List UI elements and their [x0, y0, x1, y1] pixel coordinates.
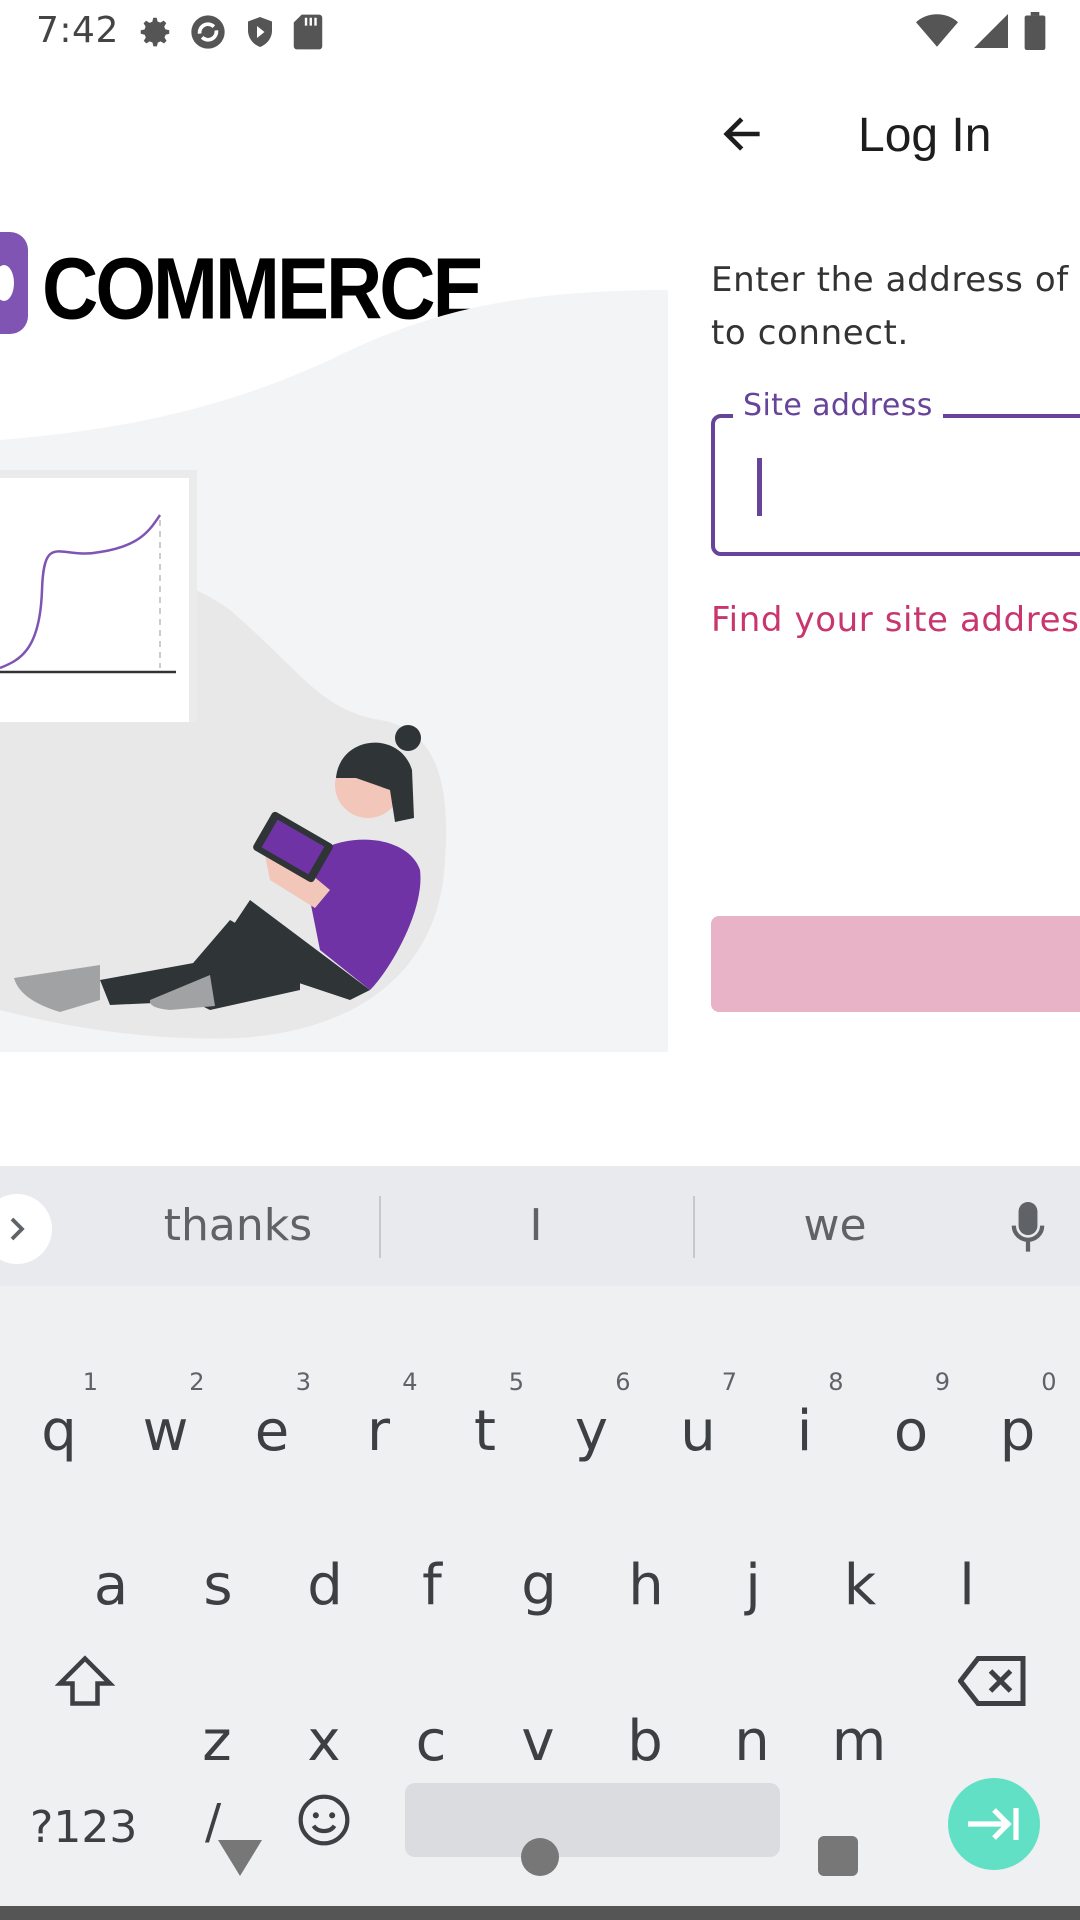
nav-home-button[interactable] [521, 1838, 559, 1876]
suggestion-divider [379, 1196, 381, 1258]
site-address-field[interactable]: Site address [711, 388, 1080, 556]
find-site-address-link[interactable]: Find your site address [711, 600, 1080, 640]
key-c[interactable]: c [378, 1666, 484, 1816]
key-label: w [142, 1398, 189, 1464]
suggestion-1[interactable]: thanks [88, 1200, 388, 1251]
back-button[interactable] [710, 102, 774, 166]
navigation-bar [0, 1906, 1080, 1920]
arrow-back-icon [723, 117, 760, 151]
key-label: r [366, 1398, 391, 1464]
login-illustration [0, 290, 668, 1052]
nav-recents-button[interactable] [818, 1836, 858, 1876]
key-j[interactable]: j [700, 1510, 806, 1660]
key-y[interactable]: y6 [539, 1356, 645, 1506]
key-label: u [680, 1398, 716, 1464]
suggestions-expand-button[interactable] [0, 1194, 52, 1264]
tab-next-icon [968, 1808, 1019, 1840]
key-label: e [254, 1398, 290, 1464]
key-a[interactable]: a [58, 1510, 164, 1660]
suggestion-2[interactable]: I [386, 1200, 686, 1251]
wifi-icon [916, 14, 958, 47]
key-e[interactable]: e3 [219, 1356, 325, 1506]
key-t[interactable]: t5 [432, 1356, 538, 1506]
page-title: Log In [858, 109, 992, 162]
key-x[interactable]: x [271, 1666, 377, 1816]
key-label: o [893, 1398, 929, 1464]
sd-card-icon [293, 14, 323, 50]
key-number-hint: 8 [828, 1368, 844, 1396]
cell-signal-icon [974, 14, 1008, 48]
key-d[interactable]: d [272, 1510, 378, 1660]
key-number-hint: 0 [1041, 1368, 1057, 1396]
key-q[interactable]: q1 [6, 1356, 112, 1506]
key-s[interactable]: s [165, 1510, 271, 1660]
key-number-hint: 5 [508, 1368, 524, 1396]
key-label: t [474, 1398, 496, 1464]
status-time: 7:42 [36, 10, 119, 51]
key-number-hint: 4 [402, 1368, 418, 1396]
key-number-hint: 6 [615, 1368, 631, 1396]
continue-button[interactable] [711, 916, 1080, 1012]
text-caret [757, 458, 762, 516]
login-instructions: Enter the address of t to connect. [711, 260, 1069, 353]
key-g[interactable]: g [486, 1510, 592, 1660]
site-address-label: Site address [733, 388, 943, 423]
key-k[interactable]: k [807, 1510, 913, 1660]
key-number-hint: 3 [295, 1368, 311, 1396]
microphone-icon[interactable] [1010, 1202, 1046, 1254]
key-l[interactable]: l [914, 1510, 1020, 1660]
key-o[interactable]: o9 [858, 1356, 964, 1506]
key-r[interactable]: r4 [326, 1356, 432, 1506]
key-b[interactable]: b [592, 1666, 698, 1816]
symbols-key[interactable]: ?123 [30, 1802, 137, 1853]
key-i[interactable]: i8 [752, 1356, 858, 1506]
battery-icon [1024, 12, 1046, 50]
site-address-input[interactable] [753, 458, 1080, 520]
chevron-right-icon [10, 1217, 25, 1241]
next-key[interactable] [948, 1778, 1040, 1870]
status-bar: 7:42 [0, 0, 1080, 64]
shield-play-icon [248, 17, 272, 47]
key-p[interactable]: p0 [965, 1356, 1071, 1506]
nav-back-button[interactable] [218, 1840, 262, 1876]
key-u[interactable]: u7 [645, 1356, 751, 1506]
key-n[interactable]: n [699, 1666, 805, 1816]
key-label: p [999, 1398, 1036, 1464]
key-label: y [574, 1398, 609, 1464]
suggestion-bar: thanks I we [0, 1166, 1080, 1286]
soft-keyboard: thanks I we ?123 / q1w2e3r4t5y6u7i8o9p0a… [0, 1166, 1080, 1920]
key-z[interactable]: z [164, 1666, 270, 1816]
gear-icon [140, 17, 170, 47]
key-number-hint: 7 [721, 1368, 737, 1396]
backspace-icon [958, 1656, 1026, 1706]
shift-icon [55, 1655, 115, 1706]
key-h[interactable]: h [593, 1510, 699, 1660]
key-number-hint: 9 [934, 1368, 950, 1396]
key-number-hint: 1 [82, 1368, 98, 1396]
key-f[interactable]: f [379, 1510, 485, 1660]
sync-icon [191, 15, 225, 49]
key-m[interactable]: m [806, 1666, 912, 1816]
suggestion-3[interactable]: we [685, 1200, 985, 1251]
key-v[interactable]: v [485, 1666, 591, 1816]
key-number-hint: 2 [189, 1368, 205, 1396]
key-label: q [41, 1398, 77, 1464]
key-w[interactable]: w2 [113, 1356, 219, 1506]
key-label: i [796, 1398, 813, 1464]
